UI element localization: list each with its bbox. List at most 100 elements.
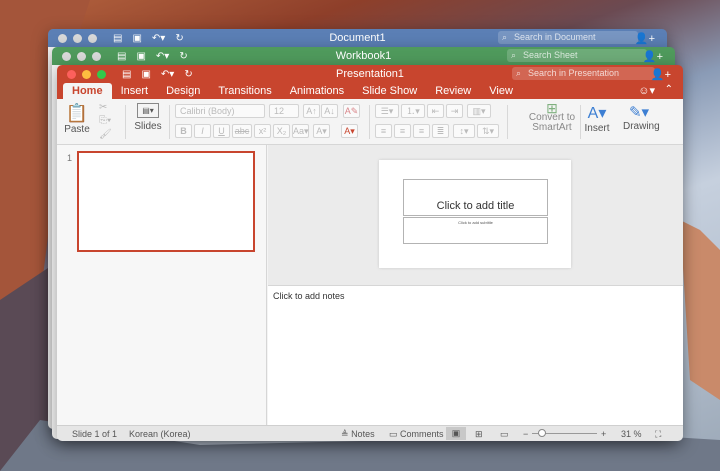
sidebar-icon[interactable]: ▤ xyxy=(122,69,131,80)
tab-review[interactable]: Review xyxy=(426,83,480,99)
superscript-button[interactable]: x² xyxy=(254,124,271,138)
word-close-button[interactable] xyxy=(58,33,67,43)
zoom-slider-thumb[interactable] xyxy=(538,429,546,437)
columns-icon[interactable]: ▥▾ xyxy=(467,104,491,118)
word-search-input[interactable]: ⌕ Search in Document xyxy=(498,31,638,44)
font-size-select[interactable]: 12 xyxy=(269,104,299,118)
tab-view[interactable]: View xyxy=(480,83,522,99)
justify-icon[interactable]: ≣ xyxy=(432,124,449,138)
subtitle-placeholder[interactable]: Click to add subtitle xyxy=(403,217,548,244)
redo-icon[interactable]: ↻ xyxy=(184,69,192,80)
decrease-font-icon[interactable]: A↓ xyxy=(321,104,338,118)
share-icon[interactable]: 👤+ xyxy=(635,32,655,45)
text-direction-icon[interactable]: ⇅▾ xyxy=(477,124,499,138)
smiley-icon[interactable]: ☺▾ xyxy=(638,84,655,97)
increase-font-icon[interactable]: A↑ xyxy=(303,104,320,118)
tab-slide-show[interactable]: Slide Show xyxy=(353,83,426,99)
bold-button[interactable]: B xyxy=(175,124,192,138)
share-icon[interactable]: 👤+ xyxy=(651,68,671,81)
ppt-search-input[interactable]: ⌕ Search in Presentation xyxy=(512,67,655,80)
increase-indent-icon[interactable]: ⇥ xyxy=(446,104,463,118)
save-icon[interactable]: ▣ xyxy=(136,51,145,62)
text-highlight-icon[interactable]: A▾ xyxy=(313,124,330,138)
undo-icon[interactable]: ↶▾ xyxy=(156,51,169,62)
decrease-indent-icon[interactable]: ⇤ xyxy=(427,104,444,118)
normal-view-button[interactable]: ▣ xyxy=(446,427,466,440)
clear-formatting-icon[interactable]: A✎ xyxy=(343,104,360,118)
divider xyxy=(369,105,370,139)
format-painter-icon[interactable]: 🖌 xyxy=(99,129,112,140)
insert-button[interactable]: A▾ Insert xyxy=(582,103,612,134)
undo-icon[interactable]: ↶▾ xyxy=(152,33,165,44)
divider xyxy=(507,105,508,139)
tab-insert[interactable]: Insert xyxy=(112,83,158,99)
numbering-icon[interactable]: ⒈▾ xyxy=(401,104,425,118)
excel-search-input[interactable]: ⌕ Search Sheet xyxy=(507,49,647,62)
italic-button[interactable]: I xyxy=(194,124,211,138)
search-icon: ⌕ xyxy=(516,68,522,78)
slides-button[interactable]: ▤▾ Slides xyxy=(133,103,163,132)
undo-icon[interactable]: ↶▾ xyxy=(161,69,174,80)
change-case-icon[interactable]: Aa▾ xyxy=(292,124,309,138)
ribbon-tabs: Home Insert Design Transitions Animation… xyxy=(57,83,683,99)
insert-shapes-icon: A▾ xyxy=(587,105,607,122)
paste-button[interactable]: 📋 Paste xyxy=(63,103,91,135)
redo-icon[interactable]: ↻ xyxy=(179,51,187,62)
redo-icon[interactable]: ↻ xyxy=(175,33,183,44)
fit-to-window-icon[interactable]: ⛶ xyxy=(655,429,661,440)
share-icon[interactable]: 👤+ xyxy=(643,50,663,63)
cut-icon[interactable]: ✂ xyxy=(99,102,107,113)
slide[interactable]: Click to add title Click to add subtitle xyxy=(379,160,571,268)
slide-canvas[interactable]: Click to add title Click to add subtitle xyxy=(268,145,683,285)
font-select[interactable]: Calibri (Body) xyxy=(175,104,265,118)
excel-close-button[interactable] xyxy=(62,51,71,61)
sidebar-icon[interactable]: ▤ xyxy=(117,51,126,62)
notes-button[interactable]: ≜ Notes xyxy=(341,429,375,440)
underline-button[interactable]: U xyxy=(213,124,230,138)
zoom-level[interactable]: 31 % xyxy=(621,429,642,439)
minimize-button[interactable] xyxy=(82,69,91,79)
slide-thumbnail[interactable] xyxy=(77,151,255,252)
excel-zoom-button[interactable] xyxy=(92,51,101,61)
line-spacing-icon[interactable]: ↕▾ xyxy=(453,124,475,138)
strikethrough-button[interactable]: abc xyxy=(232,124,252,138)
zoom-slider[interactable] xyxy=(532,429,597,437)
copy-icon[interactable]: ⎘▾ xyxy=(99,115,111,126)
save-icon[interactable]: ▣ xyxy=(141,69,150,80)
align-left-icon[interactable]: ≡ xyxy=(375,124,392,138)
word-minimize-button[interactable] xyxy=(73,33,82,43)
zoom-button[interactable] xyxy=(97,69,106,79)
title-placeholder[interactable]: Click to add title xyxy=(403,179,548,216)
ppt-titlebar: ▤ ▣ ↶▾ ↻ Presentation1 ⌕ Search in Presen… xyxy=(57,65,683,83)
tab-design[interactable]: Design xyxy=(157,83,209,99)
convert-smartart-button[interactable]: ⊞ Convert to SmartArt xyxy=(527,101,577,133)
reading-view-button[interactable]: ▭ xyxy=(500,429,509,440)
slide-sorter-button[interactable]: ⊞ xyxy=(475,429,483,440)
language-indicator[interactable]: Korean (Korea) xyxy=(129,429,191,439)
excel-minimize-button[interactable] xyxy=(77,51,86,61)
align-center-icon[interactable]: ≡ xyxy=(394,124,411,138)
bullets-icon[interactable]: ☰▾ xyxy=(375,104,399,118)
tab-animations[interactable]: Animations xyxy=(281,83,353,99)
subscript-button[interactable]: X₂ xyxy=(273,124,290,138)
collapse-ribbon-icon[interactable]: ⌃ xyxy=(665,84,673,95)
drawing-label: Drawing xyxy=(623,121,660,132)
subtitle-placeholder-text: Click to add subtitle xyxy=(458,220,493,225)
close-button[interactable] xyxy=(67,69,76,79)
save-icon[interactable]: ▣ xyxy=(132,33,141,44)
zoom-out-button[interactable]: − xyxy=(523,429,528,439)
clipboard-icon: 📋 xyxy=(65,103,89,123)
comments-button[interactable]: ▭ Comments xyxy=(389,429,444,440)
tab-home[interactable]: Home xyxy=(63,83,112,99)
zoom-in-button[interactable]: + xyxy=(601,429,606,439)
tab-transitions[interactable]: Transitions xyxy=(209,83,280,99)
notes-pane[interactable]: Click to add notes xyxy=(268,285,683,425)
word-zoom-button[interactable] xyxy=(88,33,97,43)
font-color-icon[interactable]: A▾ xyxy=(341,124,358,138)
search-icon: ⌕ xyxy=(511,50,517,60)
powerpoint-window[interactable]: ▤ ▣ ↶▾ ↻ Presentation1 ⌕ Search in Presen… xyxy=(57,65,683,441)
align-right-icon[interactable]: ≡ xyxy=(413,124,430,138)
thumbnail-number: 1 xyxy=(67,153,73,163)
sidebar-icon[interactable]: ▤ xyxy=(113,33,122,44)
drawing-button[interactable]: ✎▾ Drawing xyxy=(623,103,660,132)
